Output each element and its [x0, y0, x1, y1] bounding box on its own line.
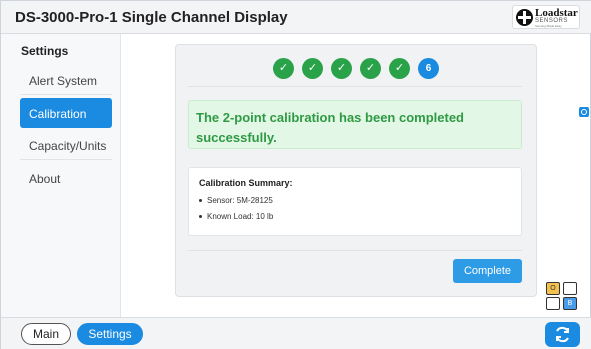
summary-title: Calibration Summary:: [199, 178, 293, 188]
step-4-complete-icon: ✓: [360, 58, 381, 79]
logo-tagline: Sensing Made Easy: [535, 24, 562, 28]
app-title: DS-3000-Pro-1 Single Channel Display: [15, 9, 288, 26]
scroll-toggle-icon[interactable]: [579, 107, 589, 117]
sidebar-item-about[interactable]: About: [20, 163, 112, 193]
refresh-icon: [556, 326, 569, 343]
summary-known-load-text: Known Load: 10 lb: [207, 212, 274, 221]
app-header: DS-3000-Pro-1 Single Channel Display Loa…: [1, 1, 591, 34]
sidebar-item-calibration[interactable]: Calibration: [20, 98, 112, 128]
bullet-icon: [199, 215, 202, 219]
layout-cell-o: O: [546, 282, 560, 295]
success-alert: The 2-point calibration has been complet…: [188, 100, 522, 149]
sidebar-item-capacity-units[interactable]: Capacity/Units: [20, 130, 112, 160]
layout-toggle-icon[interactable]: O B: [546, 282, 582, 312]
step-6-current: 6: [418, 58, 439, 79]
divider: [188, 86, 522, 87]
sidebar-item-alert-system[interactable]: Alert System: [20, 65, 112, 95]
step-1-complete-icon: ✓: [273, 58, 294, 79]
app-footer: Main Settings: [1, 317, 591, 349]
settings-button[interactable]: Settings: [77, 323, 143, 345]
sidebar-heading: Settings: [21, 44, 69, 58]
layout-cell: [546, 297, 560, 310]
layout-cell: [563, 282, 577, 295]
logo-mark-icon: [516, 9, 533, 26]
refresh-button[interactable]: [545, 322, 580, 347]
settings-sidebar: Settings Alert System Calibration Capaci…: [1, 34, 121, 317]
step-2-complete-icon: ✓: [302, 58, 323, 79]
app-window: DS-3000-Pro-1 Single Channel Display Loa…: [0, 0, 591, 349]
divider: [188, 250, 522, 251]
summary-sensor-text: Sensor: 5M-28125: [207, 196, 273, 205]
bullet-icon: [199, 199, 202, 203]
summary-item-known-load: Known Load: 10 lb: [199, 212, 273, 221]
summary-item-sensor: Sensor: 5M-28125: [199, 196, 273, 205]
success-message: The 2-point calibration has been complet…: [196, 110, 464, 145]
layout-cell-b: B: [563, 297, 577, 310]
step-5-complete-icon: ✓: [389, 58, 410, 79]
complete-button[interactable]: Complete: [453, 259, 522, 283]
step-3-complete-icon: ✓: [331, 58, 352, 79]
loadstar-logo: Loadstar SENSORS Sensing Made Easy: [512, 5, 580, 29]
main-button[interactable]: Main: [21, 323, 71, 345]
calibration-summary: Calibration Summary: Sensor: 5M-28125 Kn…: [188, 167, 522, 236]
